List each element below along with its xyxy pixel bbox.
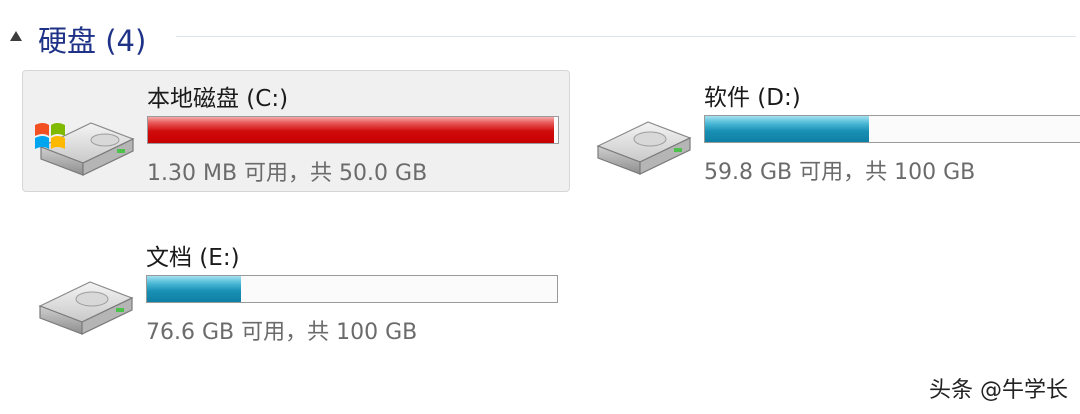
drive-e[interactable]: 文档 (E:) 76.6 GB 可用，共 100 GB <box>22 230 570 352</box>
hard-drive-icon <box>38 281 134 335</box>
capacity-bar <box>147 116 559 144</box>
drive-free-space: 1.30 MB 可用，共 50.0 GB <box>147 161 428 186</box>
capacity-bar-fill <box>705 116 869 142</box>
capacity-bar-fill <box>148 117 554 143</box>
windows-system-drive-icon <box>35 122 135 176</box>
drive-d[interactable]: 软件 (D:) 59.8 GB 可用，共 100 GB <box>580 70 1080 192</box>
group-header-hard-disks[interactable]: 硬盘 (4) <box>10 14 1076 58</box>
drive-free-space: 76.6 GB 可用，共 100 GB <box>146 320 418 345</box>
group-title: 硬盘 (4) <box>38 24 147 58</box>
drive-name: 本地磁盘 (C:) <box>147 86 289 112</box>
watermark-text: 头条 @牛学长 <box>929 378 1068 403</box>
capacity-bar <box>146 275 558 303</box>
group-divider <box>176 36 1076 37</box>
drive-name: 软件 (D:) <box>704 85 801 111</box>
hard-drive-icon <box>596 121 692 175</box>
capacity-bar <box>704 115 1080 143</box>
drive-name: 文档 (E:) <box>146 245 240 271</box>
collapse-arrow-icon[interactable] <box>10 31 22 41</box>
drive-c[interactable]: 本地磁盘 (C:) 1.30 MB 可用，共 50.0 GB <box>22 70 570 192</box>
drive-free-space: 59.8 GB 可用，共 100 GB <box>704 160 976 185</box>
capacity-bar-fill <box>147 276 242 302</box>
